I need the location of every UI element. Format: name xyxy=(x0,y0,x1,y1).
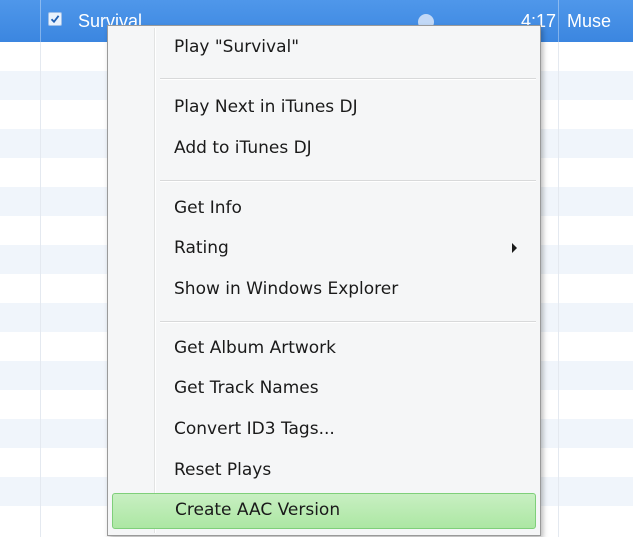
menu-item-show-in-windows-explorer[interactable]: Show in Windows Explorer xyxy=(112,272,536,308)
menu-item-label: Get Track Names xyxy=(174,378,319,398)
menu-item-label: Show in Windows Explorer xyxy=(174,279,399,299)
menu-item-play-next-itunes-dj[interactable]: Play Next in iTunes DJ xyxy=(112,90,536,126)
menu-item-label: Play "Survival" xyxy=(174,37,300,57)
menu-item-label: Reset Plays xyxy=(174,460,272,480)
menu-item-label: Get Info xyxy=(174,198,242,218)
menu-item-get-album-artwork[interactable]: Get Album Artwork xyxy=(112,331,536,367)
column-divider xyxy=(558,0,559,42)
menu-item-label: Rating xyxy=(174,238,229,258)
check-icon[interactable] xyxy=(48,12,62,26)
menu-item-get-info[interactable]: Get Info xyxy=(112,191,536,227)
menu-item-label: Add to iTunes DJ xyxy=(174,138,312,158)
menu-item-add-to-itunes-dj[interactable]: Add to iTunes DJ xyxy=(112,131,536,167)
menu-item-reset-plays[interactable]: Reset Plays xyxy=(112,453,536,489)
menu-item-label: Get Album Artwork xyxy=(174,338,337,358)
column-divider xyxy=(40,0,41,42)
menu-item-get-track-names[interactable]: Get Track Names xyxy=(112,371,536,407)
menu-separator xyxy=(160,180,536,182)
menu-item-label: Play Next in iTunes DJ xyxy=(174,97,358,117)
column-divider xyxy=(40,0,41,537)
menu-item-play[interactable]: Play "Survival" xyxy=(112,30,536,66)
column-divider xyxy=(558,0,559,537)
track-artist: Muse xyxy=(567,11,612,31)
menu-item-convert-id3-tags[interactable]: Convert ID3 Tags... xyxy=(112,412,536,448)
menu-item-rating[interactable]: Rating xyxy=(112,231,536,267)
menu-item-label: Create AAC Version xyxy=(175,500,341,520)
chevron-right-icon xyxy=(512,243,517,253)
menu-separator xyxy=(160,78,536,80)
menu-item-create-aac-version[interactable]: Create AAC Version xyxy=(112,493,536,529)
menu-item-label: Convert ID3 Tags... xyxy=(174,419,335,439)
menu-separator xyxy=(160,321,536,323)
context-menu: Play "Survival" Play Next in iTunes DJ A… xyxy=(107,25,541,536)
